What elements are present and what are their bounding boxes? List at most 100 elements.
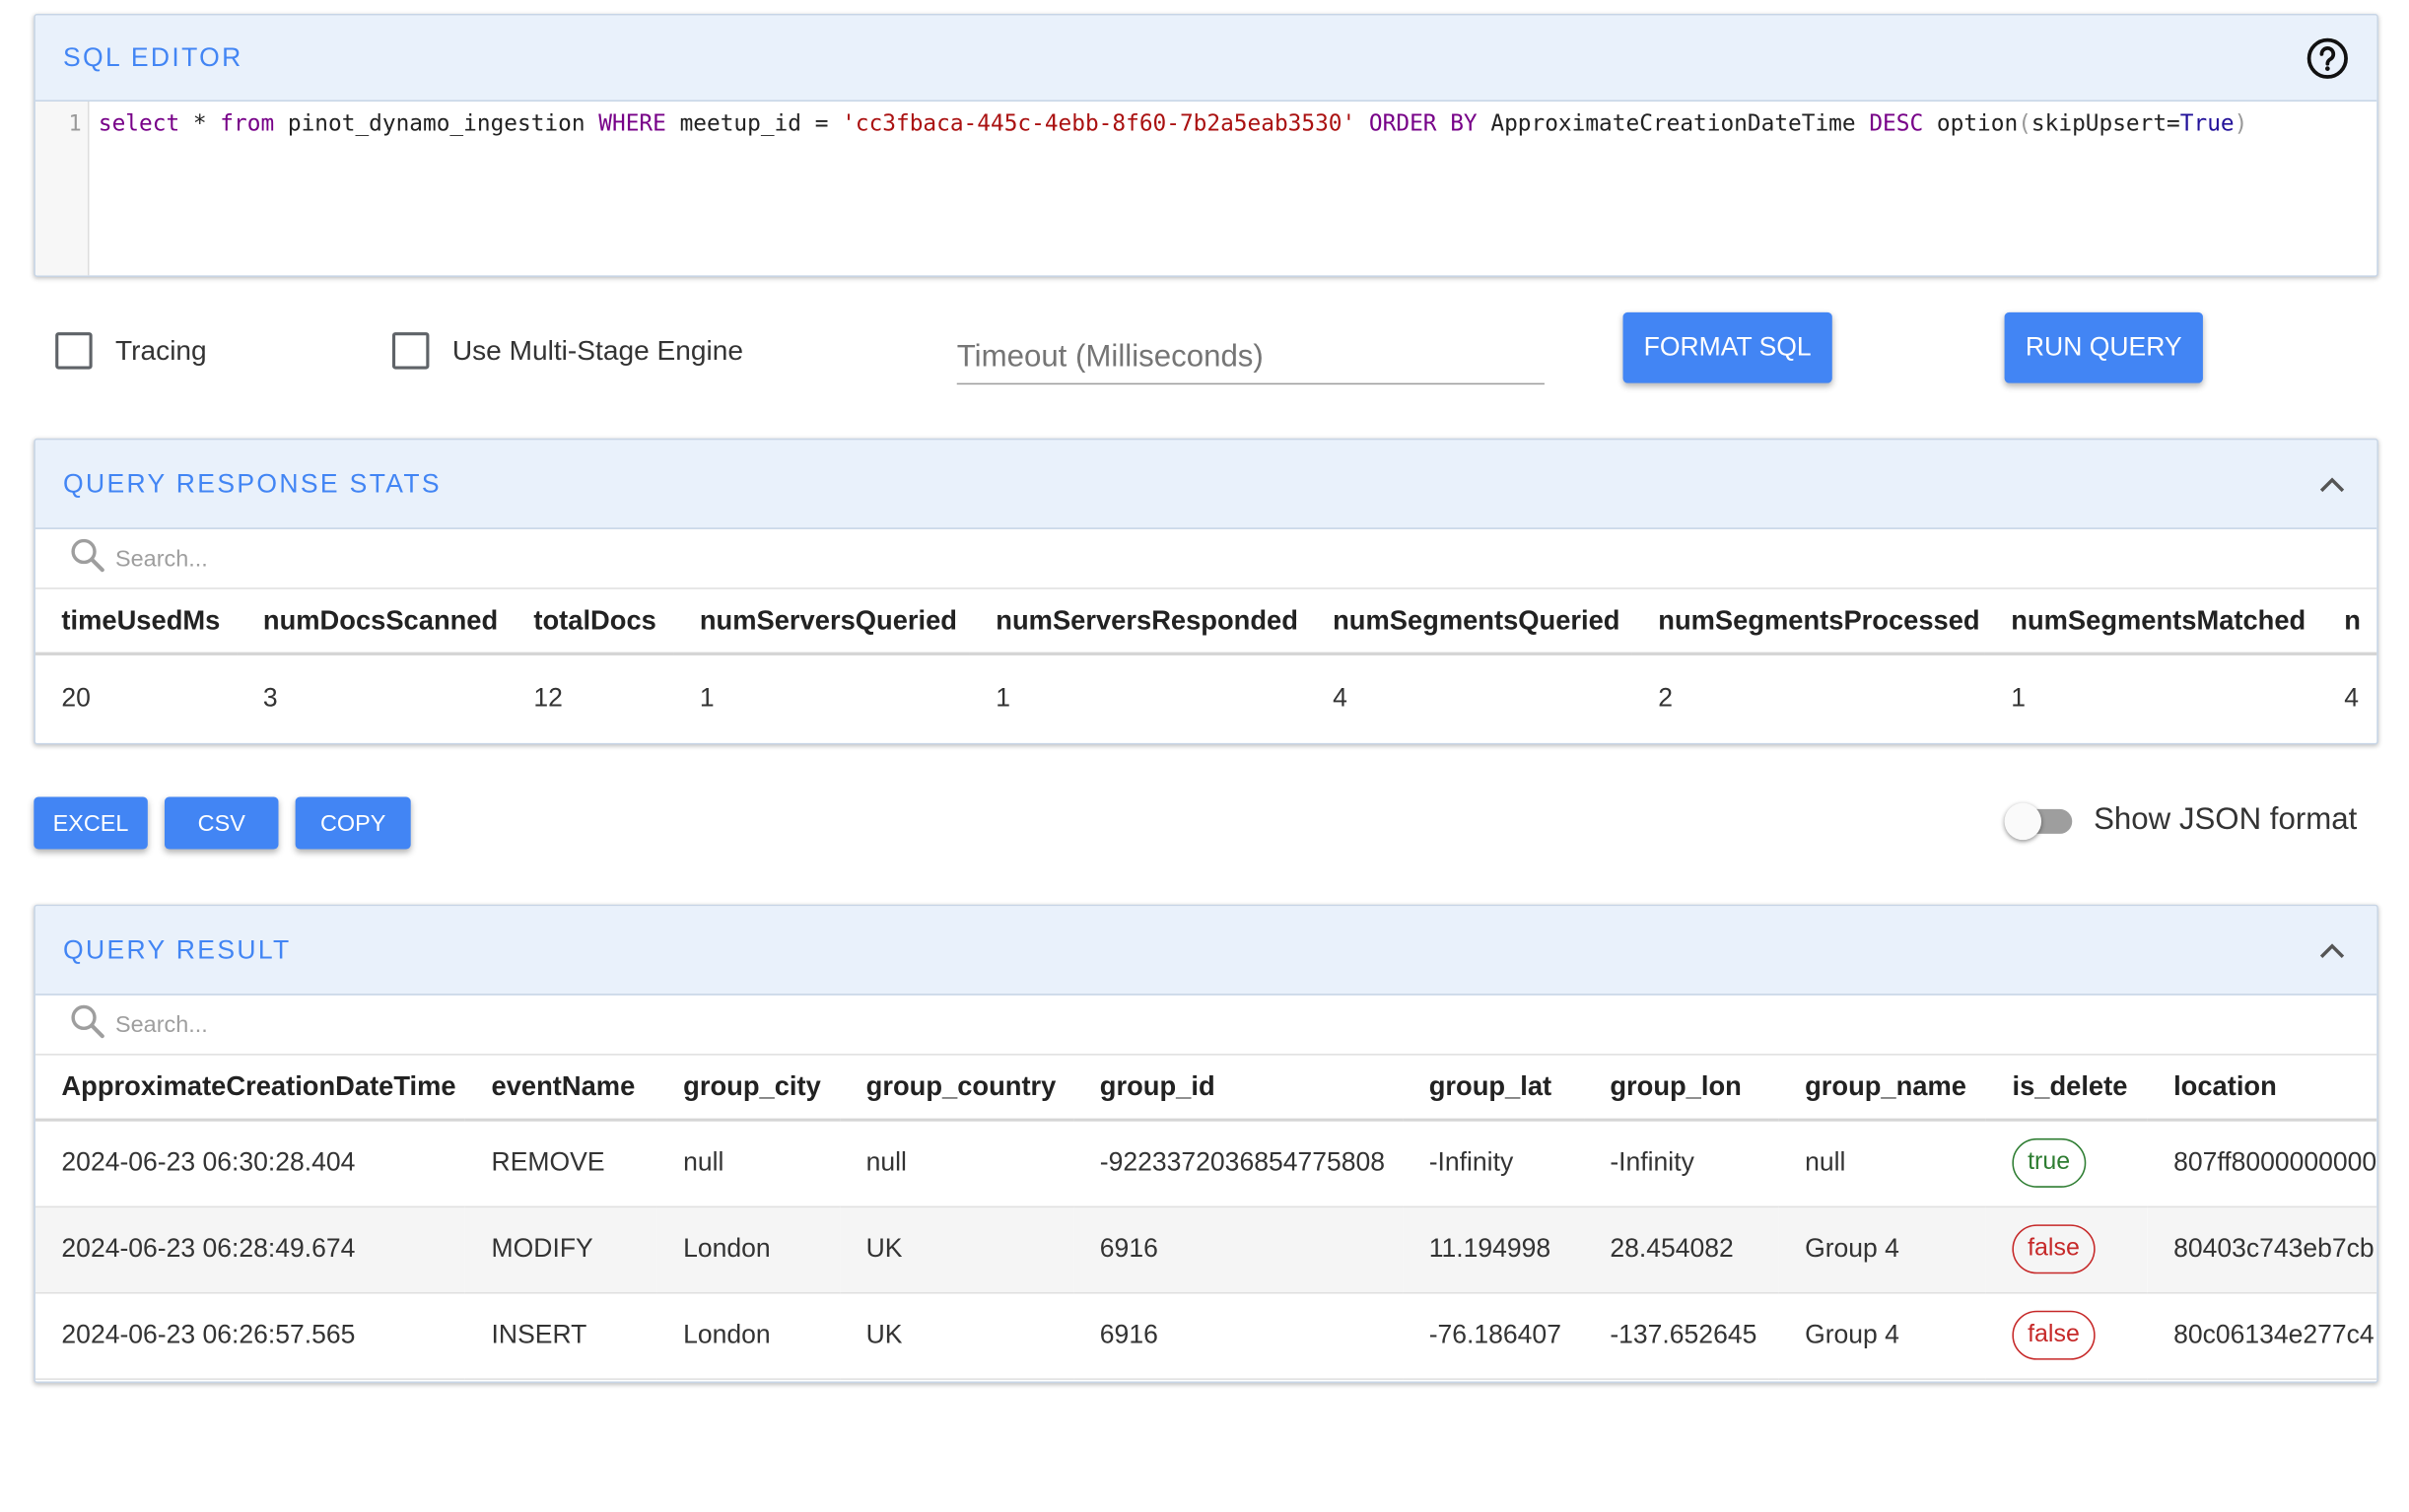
result-body: 2024-06-23 06:30:28.404 REMOVE null null -92…: [34, 1120, 2377, 1380]
table-row[interactable]: 2024-06-23 06:28:49.674 MODIFY London UK 691…: [34, 1205, 2377, 1293]
column-header[interactable]: numServersQueried: [673, 588, 970, 655]
column-header[interactable]: totalDocs: [507, 588, 674, 655]
stats-header-row: timeUsedMs numDocsScanned totalDocs numServ…: [34, 588, 2377, 655]
sql-token: option: [1923, 110, 2019, 137]
help-circle-icon[interactable]: [2306, 36, 2349, 80]
copy-button[interactable]: COPY: [295, 796, 411, 850]
column-header[interactable]: group_lon: [1583, 1055, 1779, 1122]
multistage-checkbox[interactable]: [391, 332, 430, 370]
sql-keyword: WHERE: [598, 110, 666, 137]
table-cell: -9223372036854775808: [1073, 1120, 1404, 1207]
query-result-title: QUERY RESULT: [62, 934, 292, 964]
sql-token: *: [179, 110, 221, 137]
table-cell: 2024-06-23 06:30:28.404: [34, 1120, 466, 1207]
table-cell: true: [1985, 1120, 2148, 1207]
sql-keyword: DESC: [1869, 110, 1924, 137]
table-cell: false: [1985, 1291, 2148, 1380]
query-console-page: SQL EDITOR 1 select * from pinot_dynamo_…: [0, 0, 2409, 1512]
csv-export-button[interactable]: CSV: [164, 796, 279, 850]
table-cell: INSERT: [465, 1291, 657, 1380]
table-cell: REMOVE: [465, 1120, 657, 1207]
tracing-checkbox[interactable]: [55, 332, 93, 370]
table-cell: 4: [1333, 682, 1347, 713]
query-result-panel: QUERY RESULT ApproximateCreationDateTime…: [34, 904, 2378, 1384]
column-header[interactable]: numSegmentsProcessed: [1631, 588, 1985, 655]
is-delete-badge: true: [2012, 1138, 2086, 1189]
table-cell: 11.194998: [1403, 1205, 1584, 1293]
table-cell: UK: [840, 1205, 1074, 1293]
format-sql-button[interactable]: FORMAT SQL: [1622, 311, 1832, 383]
stats-search-bar: [34, 529, 2377, 589]
column-header[interactable]: is_delete: [1985, 1055, 2148, 1122]
toggle-thumb[interactable]: [2004, 801, 2042, 840]
column-header[interactable]: numSegmentsMatched: [1984, 588, 2318, 655]
column-header[interactable]: numDocsScanned: [237, 588, 508, 655]
chevron-up-icon[interactable]: [2315, 467, 2349, 501]
sql-query-text[interactable]: select * from pinot_dynamo_ingestion WHE…: [90, 102, 2377, 275]
search-icon: [69, 536, 105, 581]
column-header[interactable]: numSegmentsQueried: [1306, 588, 1632, 655]
query-result-header[interactable]: QUERY RESULT: [34, 906, 2377, 996]
column-header[interactable]: ApproximateCreationDateTime: [34, 1055, 466, 1122]
json-format-toggle[interactable]: Show JSON format: [2004, 801, 2358, 840]
table-cell: -Infinity: [1583, 1120, 1779, 1207]
sql-editor-panel: SQL EDITOR 1 select * from pinot_dynamo_…: [34, 14, 2378, 277]
sql-editor-title: SQL EDITOR: [62, 41, 243, 72]
table-cell: 3: [262, 682, 278, 713]
table-cell: -76.186407: [1403, 1291, 1584, 1380]
is-delete-badge: false: [2012, 1310, 2096, 1360]
column-header[interactable]: group_name: [1778, 1055, 1986, 1122]
sql-keyword: select: [98, 110, 180, 137]
table-cell: 1: [2011, 682, 2027, 713]
table-cell: -137.652645: [1583, 1291, 1779, 1380]
table-cell: MODIFY: [465, 1205, 657, 1293]
sql-keyword: ORDER BY: [1355, 110, 1478, 137]
column-header[interactable]: numServersResponded: [969, 588, 1307, 655]
chevron-up-icon[interactable]: [2315, 933, 2349, 967]
table-cell: Group 4: [1778, 1205, 1986, 1293]
result-search-bar: [34, 996, 2377, 1056]
table-row[interactable]: 2024-06-23 06:26:57.565 INSERT London UK 691…: [34, 1291, 2377, 1380]
table-row[interactable]: 2024-06-23 06:30:28.404 REMOVE null null -92…: [34, 1120, 2377, 1207]
column-header[interactable]: eventName: [465, 1055, 657, 1122]
is-delete-badge: false: [2012, 1224, 2096, 1274]
excel-export-button[interactable]: EXCEL: [34, 796, 148, 850]
toggle-track[interactable]: [2004, 801, 2073, 840]
table-cell: null: [1778, 1120, 1986, 1207]
column-header[interactable]: n: [2317, 588, 2377, 655]
timeout-input[interactable]: [956, 316, 1545, 385]
column-header[interactable]: group_lat: [1403, 1055, 1584, 1122]
sql-paren: ): [2234, 110, 2248, 137]
multistage-option[interactable]: Use Multi-Stage Engine: [391, 332, 743, 370]
query-stats-panel: QUERY RESPONSE STATS timeUsedMsnumDocsSc…: [34, 438, 2378, 745]
tracing-option[interactable]: Tracing: [55, 332, 207, 370]
query-stats-header[interactable]: QUERY RESPONSE STATS: [34, 440, 2377, 529]
column-header[interactable]: location: [2147, 1055, 2377, 1122]
table-cell: null: [840, 1120, 1074, 1207]
result-header-row: ApproximateCreationDateTime eventName grou…: [34, 1055, 2377, 1122]
table-cell: 807ff8000000000: [2147, 1120, 2377, 1207]
json-format-label: Show JSON format: [2094, 802, 2358, 838]
sql-code-editor[interactable]: 1 select * from pinot_dynamo_ingestion W…: [34, 102, 2377, 276]
table-cell: 1: [699, 682, 715, 713]
column-header[interactable]: group_id: [1073, 1055, 1404, 1122]
stats-search-input[interactable]: [115, 545, 731, 572]
sql-token: ApproximateCreationDateTime: [1477, 110, 1870, 137]
sql-string: 'cc3fbaca-445c-4ebb-8f60-7b2a5eab3530': [842, 110, 1356, 137]
run-query-button[interactable]: RUN QUERY: [2004, 311, 2203, 383]
column-header[interactable]: group_country: [840, 1055, 1074, 1122]
stats-table: timeUsedMs numDocsScanned totalDocs numServ…: [34, 588, 2377, 742]
table-cell: false: [1985, 1205, 2148, 1293]
table-cell: 12: [533, 682, 563, 713]
table-cell: 6916: [1073, 1291, 1404, 1380]
column-header[interactable]: group_city: [656, 1055, 841, 1122]
result-search-input[interactable]: [115, 1011, 731, 1038]
table-cell: Group 4: [1778, 1291, 1986, 1380]
column-header[interactable]: timeUsedMs: [34, 588, 238, 655]
sql-keyword: from: [220, 110, 275, 137]
table-cell: UK: [840, 1291, 1074, 1380]
line-number-gutter: 1: [34, 102, 90, 276]
table-cell: London: [656, 1205, 841, 1293]
sql-editor-header: SQL EDITOR: [34, 15, 2377, 103]
table-cell: 20: [61, 682, 91, 713]
